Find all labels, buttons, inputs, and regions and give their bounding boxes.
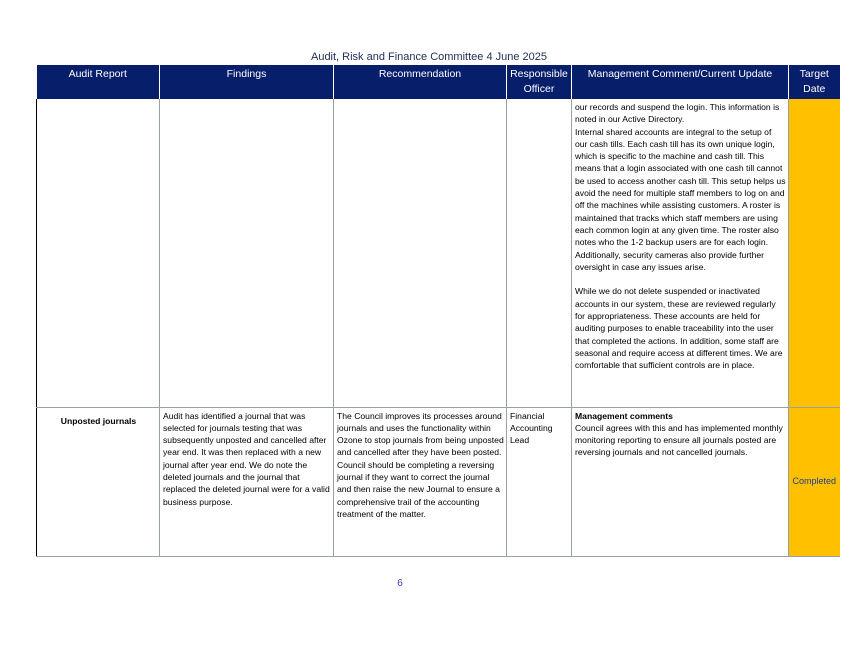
management-comment-cell: our records and suspend the login. This … xyxy=(571,99,789,408)
recommendation-cell: The Council improves its processes aroun… xyxy=(333,407,507,557)
management-comment-cell: Management comments Council agrees with … xyxy=(571,407,789,557)
table-row: Unposted journals Audit has identified a… xyxy=(36,407,840,557)
management-comment-text: Council agrees with this and has impleme… xyxy=(575,422,783,458)
audit-report-cell: Unposted journals xyxy=(36,407,160,557)
audit-report-name: Unposted journals xyxy=(60,415,137,426)
findings-cell xyxy=(159,99,334,408)
header-management-comment: Management Comment/Current Update xyxy=(571,65,789,99)
audit-report-cell xyxy=(36,99,160,408)
management-comment-heading: Management comments xyxy=(575,410,673,421)
page-number: 6 xyxy=(397,578,403,589)
table-row: our records and suspend the login. This … xyxy=(36,99,840,408)
table-header-row: Audit Report Findings Recommendation Res… xyxy=(36,65,840,99)
header-target-date: Target Date xyxy=(788,65,840,99)
audit-findings-table: Audit Report Findings Recommendation Res… xyxy=(36,65,840,557)
header-recommendation: Recommendation xyxy=(333,65,507,99)
recommendation-cell xyxy=(333,99,507,408)
findings-cell: Audit has identified a journal that was … xyxy=(159,407,334,557)
header-findings: Findings xyxy=(159,65,334,99)
header-audit-report: Audit Report xyxy=(36,65,160,99)
responsible-officer-cell: Financial Accounting Lead xyxy=(506,407,572,557)
target-date-cell xyxy=(788,99,840,408)
target-date-cell: Completed xyxy=(788,407,840,557)
responsible-officer-cell xyxy=(506,99,572,408)
management-comment-text: our records and suspend the login. This … xyxy=(575,102,786,371)
header-responsible-officer: Responsible Officer xyxy=(506,65,572,99)
document-title: Audit, Risk and Finance Committee 4 June… xyxy=(310,51,548,63)
target-date-status: Completed xyxy=(792,476,837,487)
